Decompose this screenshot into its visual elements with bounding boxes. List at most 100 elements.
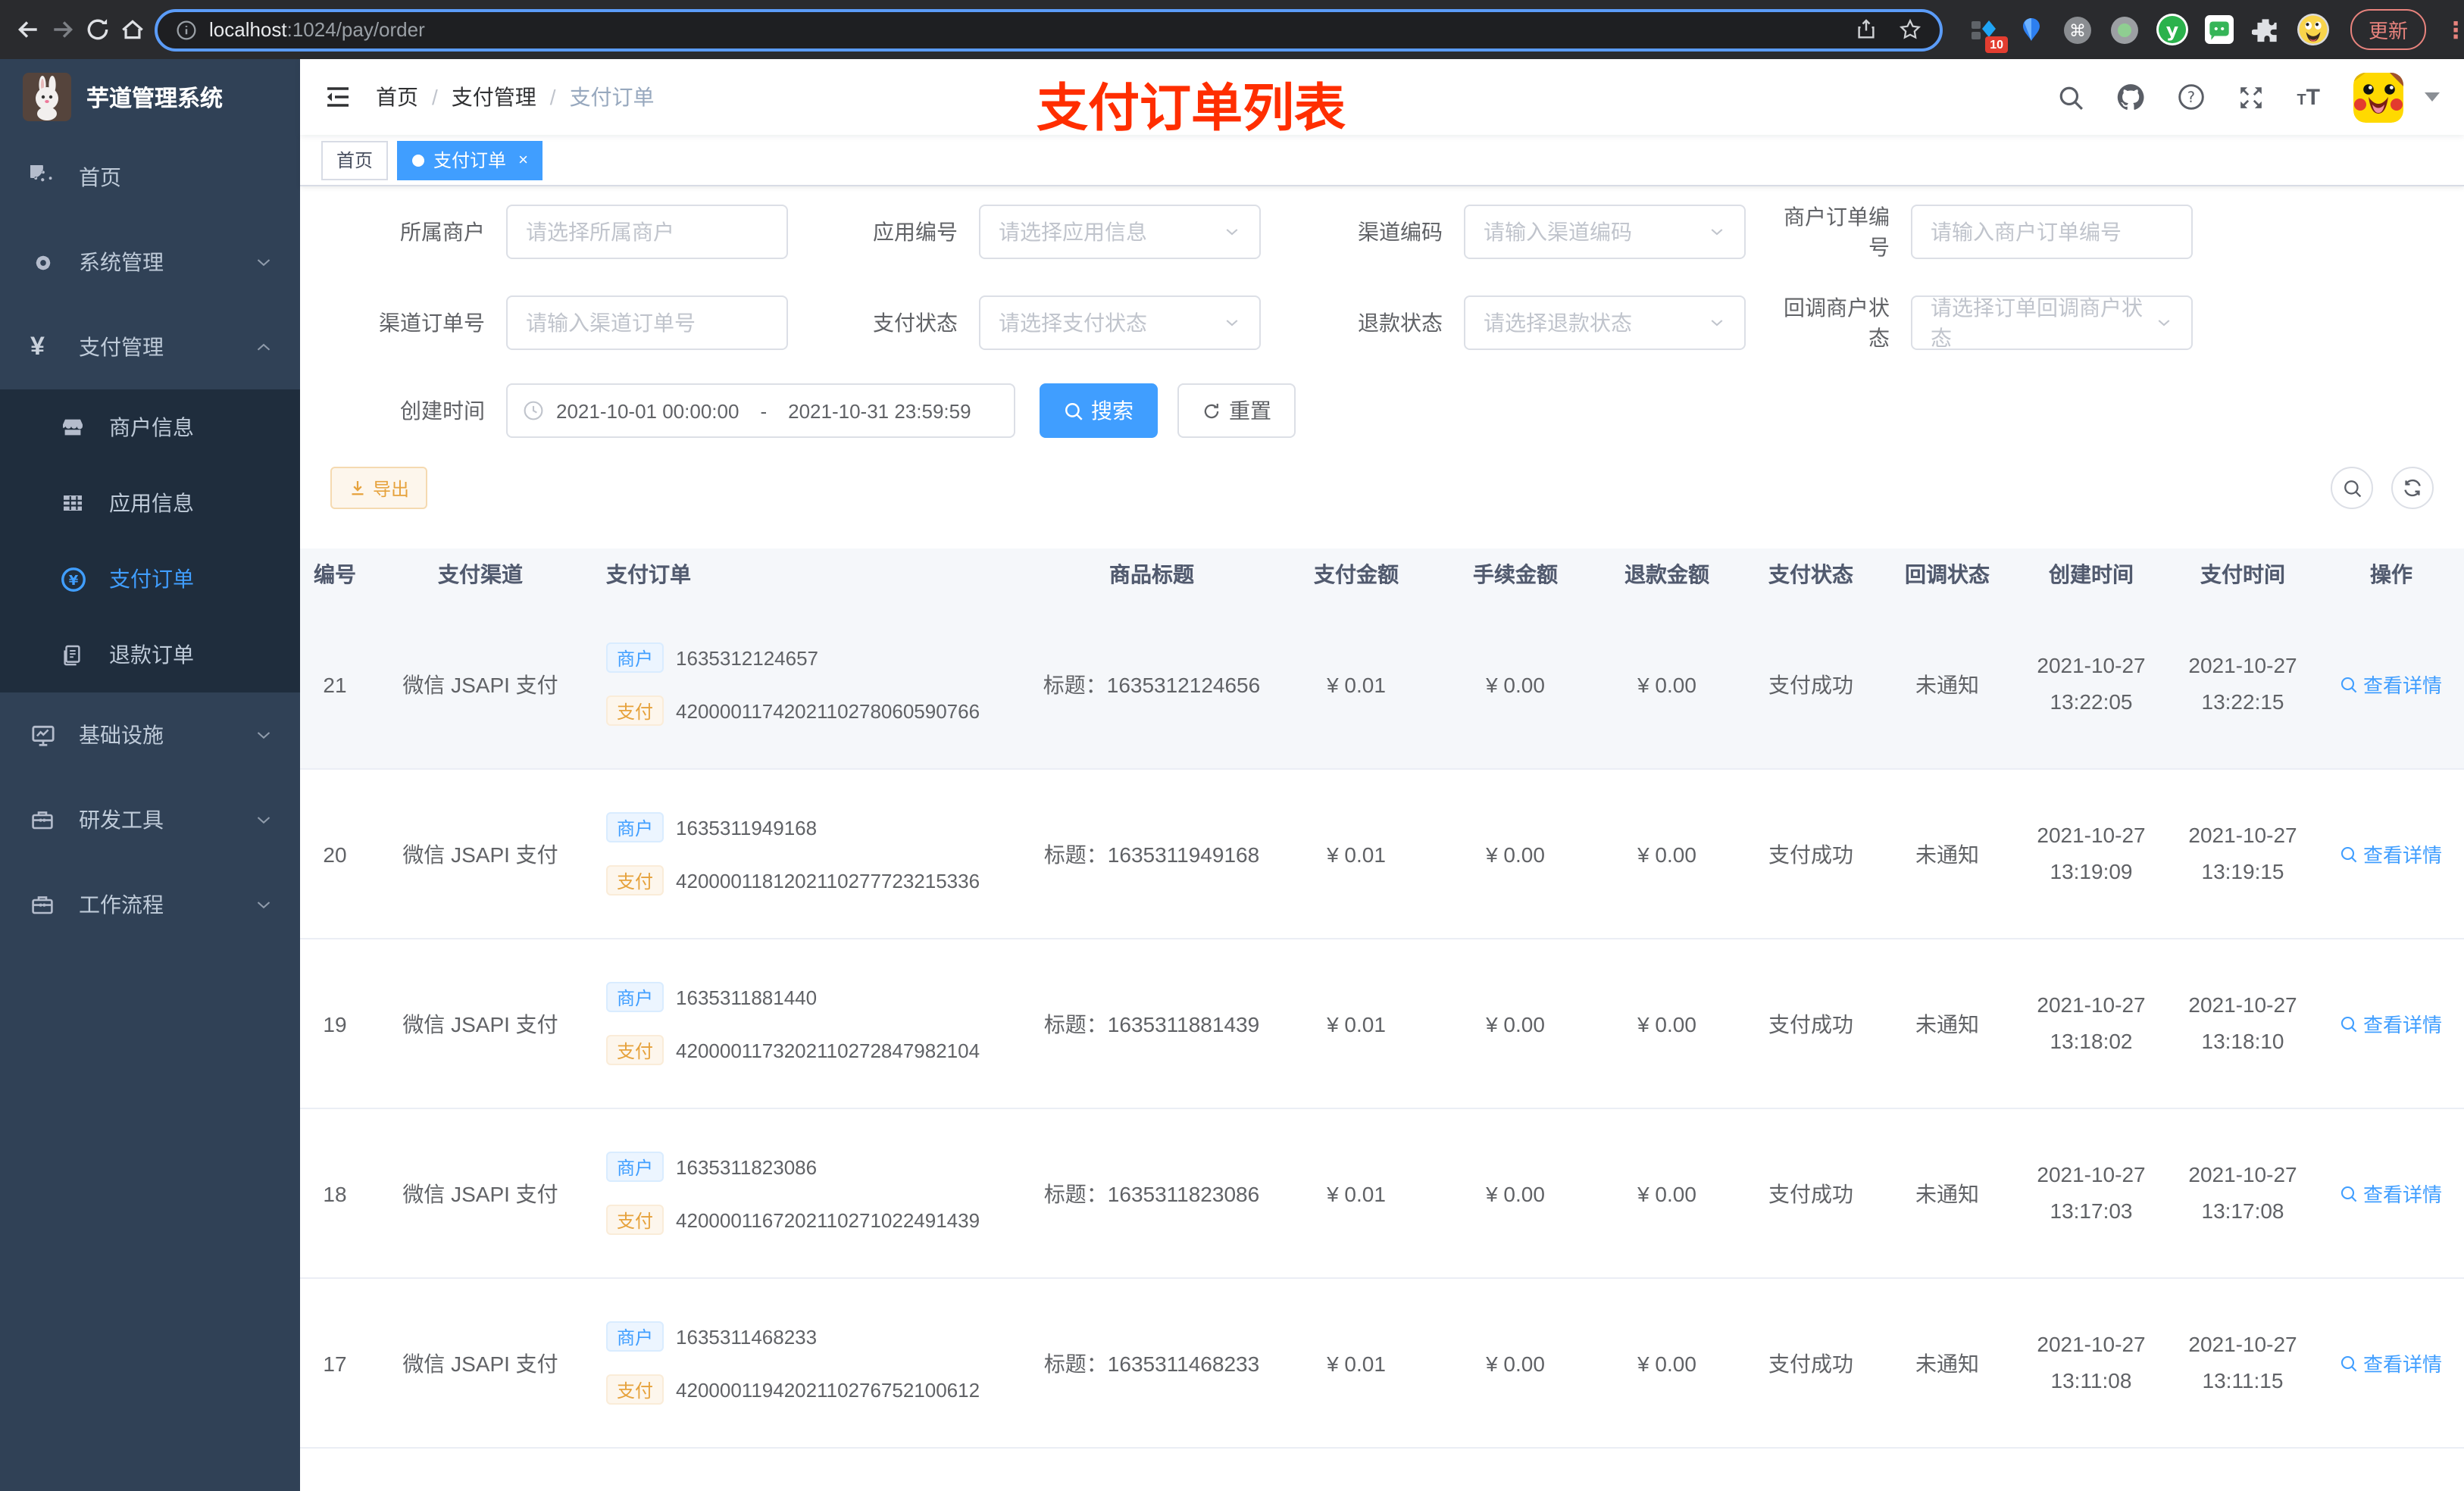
browser-forward-icon[interactable] [50,7,76,52]
notify-status-select[interactable]: 请选择订单回调商户状态 [1911,295,2193,350]
tab-pay-order[interactable]: 支付订单 × [397,140,543,180]
merchant-input-field[interactable] [526,220,768,244]
sidebar-item-home[interactable]: 首页 [0,135,300,220]
merchant-tag: 商户 [606,812,664,842]
sidebar-item-pay-order[interactable]: ¥ 支付订单 [0,541,300,617]
search-icon[interactable] [2057,84,2083,110]
pay-status-select[interactable]: 请选择支付状态 [979,295,1261,350]
monitor-chart-icon [30,722,67,748]
cell-pay-time: 2021-10-27 13:19:15 [2188,823,2297,883]
search-icon [2341,1015,2358,1032]
extensions-puzzle-icon[interactable] [2249,13,2282,46]
search-button[interactable]: 搜索 [1040,383,1158,438]
filter-label: 应用编号 [873,220,958,244]
sidebar-item-app-info[interactable]: 应用信息 [0,465,300,541]
channel-order-no-field[interactable] [526,311,768,335]
sidebar-item-payment[interactable]: ¥ 支付管理 [0,305,300,389]
sidebar-item-merchant-info[interactable]: 商户信息 [0,389,300,465]
bookmark-star-icon[interactable] [1899,18,1921,41]
channel-order-no-input[interactable] [506,295,788,350]
table-row: 19 微信 JSAPI 支付 商户 1635311881440 支付 4200001… [300,939,2464,1109]
cell-title: 标题：1635311949168 [1043,842,1260,866]
breadcrumb-home[interactable]: 首页 [376,82,418,112]
browser-home-icon[interactable] [120,7,145,52]
emoji-profile-icon[interactable] [2296,13,2329,46]
browser-reload-icon[interactable] [85,7,111,52]
col-header-amount: 支付金额 [1314,562,1399,586]
col-header-title: 商品标题 [1109,562,1194,586]
cell-title: 标题：1635311823086 [1043,1181,1260,1205]
merchant-order-no-input[interactable] [1911,205,2193,259]
cell-order: 商户 1635311468233 支付 4200001194202110276752… [591,1321,1030,1405]
cell-status: 支付成功 [1768,1351,1853,1375]
sidebar-item-infra[interactable]: 基础设施 [0,692,300,777]
select-placeholder: 请选择退款状态 [1484,311,1632,335]
pay-tag: 支付 [606,1035,664,1065]
browser-menu-icon[interactable]: ⋮ [2444,16,2464,43]
avatar-caret-icon[interactable] [2425,92,2440,102]
cell-refund: ¥ 0.00 [1637,672,1696,696]
channel-order-no: 4200001194202110276752100612 [676,1378,980,1401]
sidebar-menu: 首页 系统管理 ¥ 支付管理 商户信息 应用信息 ¥ 支付订单 退款订单 基础设… [0,135,300,947]
y-extension-icon[interactable]: y [2155,13,2188,46]
cell-channel: 微信 JSAPI 支付 [402,842,558,866]
refresh-table-button[interactable] [2391,467,2434,509]
table-header: 编号 支付渠道 支付订单 商品标题 支付金额 手续金额 退款金额 支付状态 回调… [300,549,2464,600]
record-extension-icon[interactable] [2108,13,2141,46]
refund-status-select[interactable]: 请选择退款状态 [1464,295,1746,350]
view-detail-link[interactable]: 查看详情 [2340,1009,2442,1038]
view-detail-link[interactable]: 查看详情 [2340,1349,2442,1377]
avatar[interactable] [2353,72,2403,122]
extensions-area: 10 ⌘ y [1967,13,2329,52]
sidebar-item-devtools[interactable]: 研发工具 [0,777,300,862]
app-select[interactable]: 请选择应用信息 [979,205,1261,259]
merchant-order-no-field[interactable] [1931,220,2173,244]
chat-extension-icon[interactable] [2202,13,2235,46]
help-icon[interactable]: ? [2177,83,2204,111]
browser-back-icon[interactable] [15,7,41,52]
col-header-fee: 手续金额 [1473,562,1558,586]
fullscreen-icon[interactable] [2237,84,2263,110]
sidebar-item-label: 首页 [79,165,121,189]
font-size-icon[interactable]: TT [2297,84,2320,110]
cell-amount: ¥ 0.01 [1327,1351,1386,1375]
export-button[interactable]: 导出 [330,467,428,509]
reset-button[interactable]: 重置 [1177,383,1296,438]
select-placeholder: 请选择应用信息 [999,220,1147,244]
cell-fee: ¥ 0.00 [1486,1351,1545,1375]
merchant-input[interactable] [506,205,788,259]
channel-code-select[interactable]: 请输入渠道编码 [1464,205,1746,259]
date-start: 2021-10-01 00:00:00 [556,399,740,422]
breadcrumb-separator: / [432,85,438,109]
cell-amount: ¥ 0.01 [1327,1011,1386,1036]
clock-icon [523,400,544,421]
sidebar-item-refund-order[interactable]: 退款订单 [0,617,300,692]
show-search-button[interactable] [2331,467,2373,509]
balloon-extension-icon[interactable] [2014,13,2047,46]
view-detail-link[interactable]: 查看详情 [2340,670,2442,699]
cell-notify: 未通知 [1915,1011,1979,1036]
kanban-extension-icon[interactable]: 10 [1967,13,2008,52]
view-detail-link[interactable]: 查看详情 [2340,1179,2442,1208]
view-detail-link[interactable]: 查看详情 [2340,839,2442,868]
cell-order: 商户 1635311823086 支付 4200001167202110271022… [591,1152,1030,1235]
sidebar-item-workflow[interactable]: 工作流程 [0,862,300,947]
github-icon[interactable] [2116,83,2143,111]
site-info-icon[interactable] [176,19,197,40]
cell-pay-time: 2021-10-27 13:11:15 [2188,1332,2297,1392]
share-icon[interactable] [1855,18,1878,41]
command-extension-icon[interactable]: ⌘ [2061,13,2094,46]
close-icon[interactable]: × [518,151,528,169]
cell-channel: 微信 JSAPI 支付 [402,672,558,696]
breadcrumb-current: 支付订单 [569,85,655,109]
sidebar-item-system[interactable]: 系统管理 [0,220,300,305]
search-icon [2344,480,2361,497]
create-time-range-picker[interactable]: 2021-10-01 00:00:00 - 2021-10-31 23:59:5… [506,383,1015,438]
address-bar[interactable]: localhost:1024/pay/order [155,8,1943,51]
channel-order-no: 4200001167202110271022491439 [676,1208,980,1231]
tab-home[interactable]: 首页 [321,140,389,180]
pay-tag: 支付 [606,695,664,726]
browser-update-button[interactable]: 更新 [2350,9,2427,50]
chevron-up-icon [255,338,273,356]
sidebar-collapse-icon[interactable] [324,83,352,111]
